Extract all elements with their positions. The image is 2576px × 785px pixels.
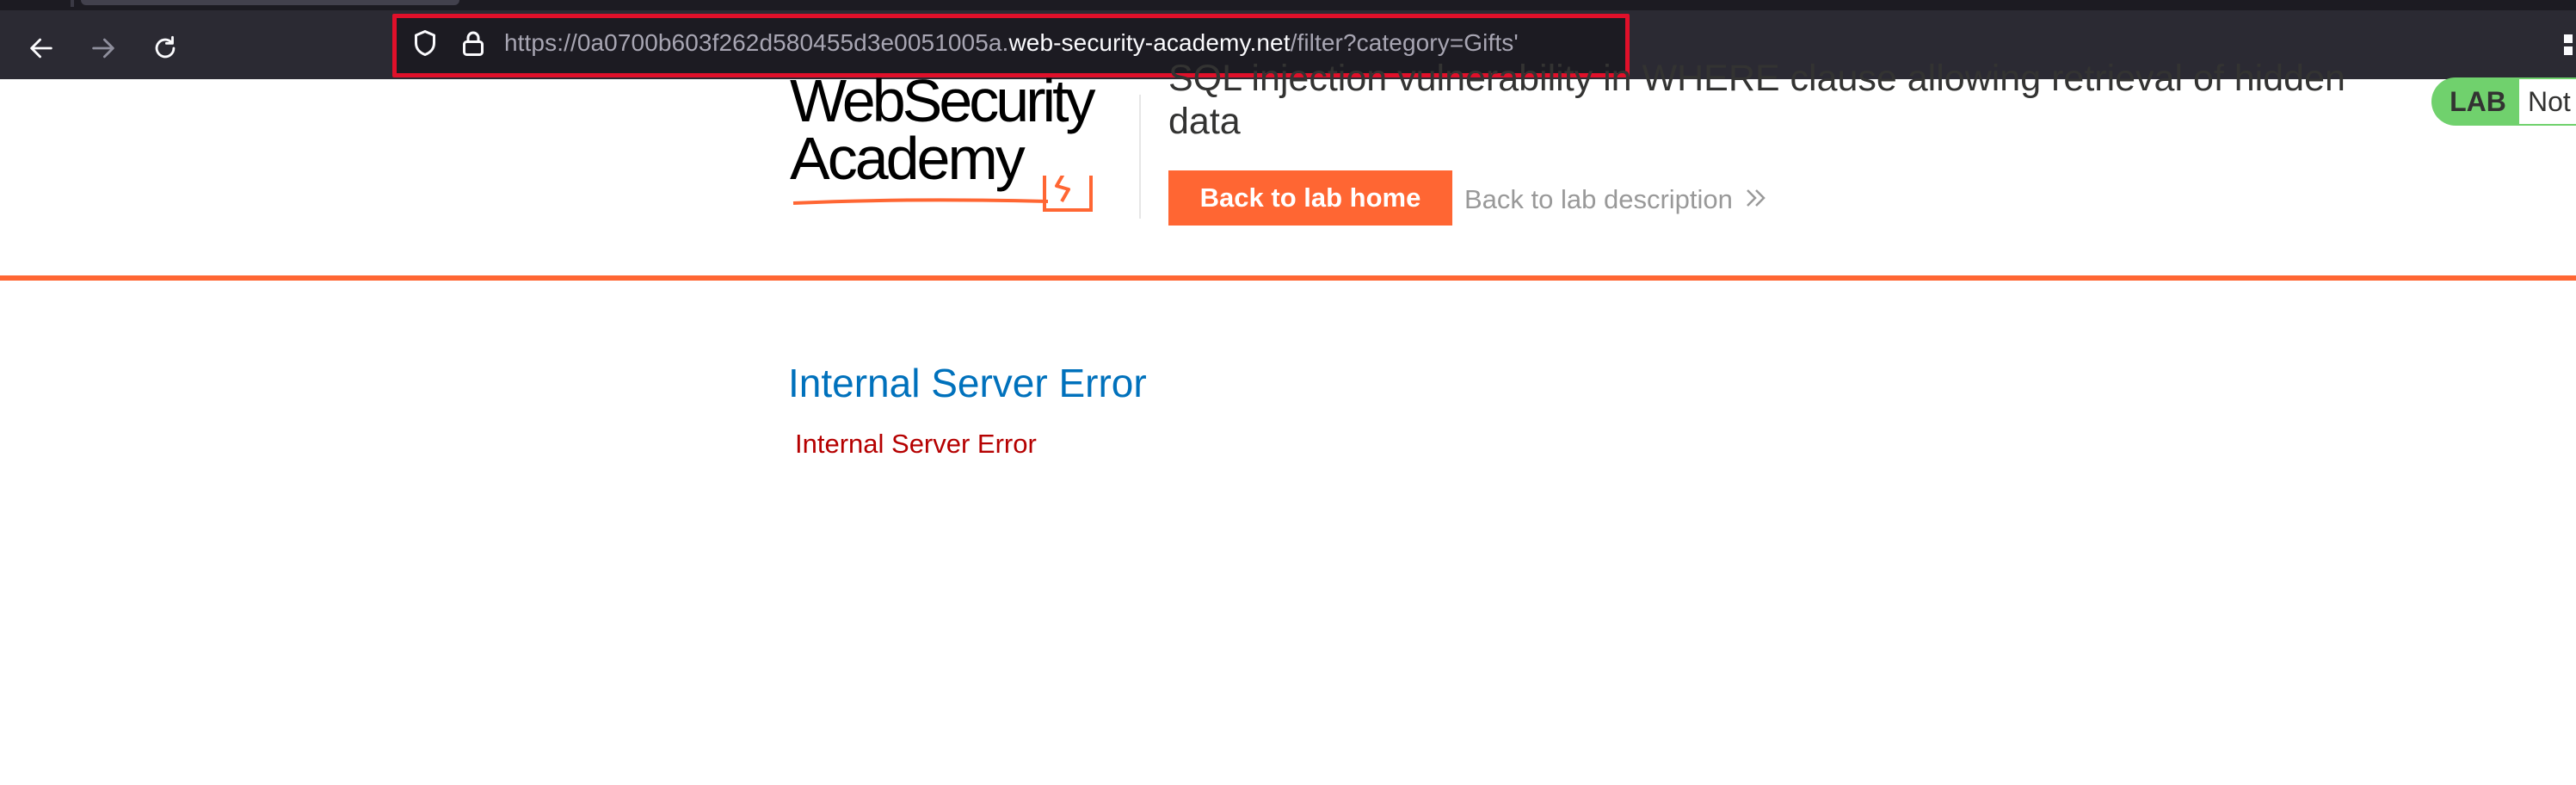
- reload-button[interactable]: [146, 29, 184, 67]
- url-text[interactable]: https://0a0700b603f262d580455d3e0051005a…: [504, 29, 1519, 57]
- forward-arrow-icon: [92, 38, 114, 59]
- lab-badge-label: LAB: [2431, 77, 2519, 126]
- shield-icon[interactable]: [410, 28, 441, 59]
- logo-mark-icon: [792, 176, 1093, 212]
- header-divider: [1139, 95, 1141, 219]
- double-chevron-right-icon: [1745, 184, 1767, 215]
- tab-edge: [71, 0, 74, 7]
- lock-icon[interactable]: [458, 28, 489, 59]
- url-domain: web-security-academy.net: [1008, 29, 1291, 56]
- forward-button[interactable]: [84, 29, 122, 67]
- active-tab[interactable]: [81, 0, 459, 5]
- back-to-lab-description-label: Back to lab description: [1464, 184, 1733, 214]
- reload-icon: [155, 35, 176, 59]
- error-heading: Internal Server Error: [788, 361, 1147, 405]
- back-to-lab-home-button[interactable]: Back to lab home: [1168, 170, 1452, 226]
- header-separator: [0, 275, 2576, 281]
- extensions-icon[interactable]: [2561, 33, 2576, 57]
- error-message: Internal Server Error: [795, 429, 1037, 459]
- back-to-lab-description-link[interactable]: Back to lab description: [1464, 184, 1767, 215]
- lab-status-badge: LAB Not: [2431, 77, 2576, 126]
- back-arrow-icon: [30, 38, 52, 59]
- tab-strip: [0, 0, 2576, 10]
- logo-line1: WebSecurity: [790, 67, 1096, 134]
- lab-badge-status: Not: [2519, 77, 2576, 126]
- back-button[interactable]: [22, 29, 60, 67]
- lab-title: SQL injection vulnerability in WHERE cla…: [1168, 58, 2345, 142]
- web-security-academy-logo[interactable]: WebSecurity Academy: [790, 67, 1134, 212]
- url-prefix: https://0a0700b603f262d580455d3e0051005a…: [504, 29, 1009, 56]
- url-path: /filter?category=Gifts': [1290, 29, 1519, 56]
